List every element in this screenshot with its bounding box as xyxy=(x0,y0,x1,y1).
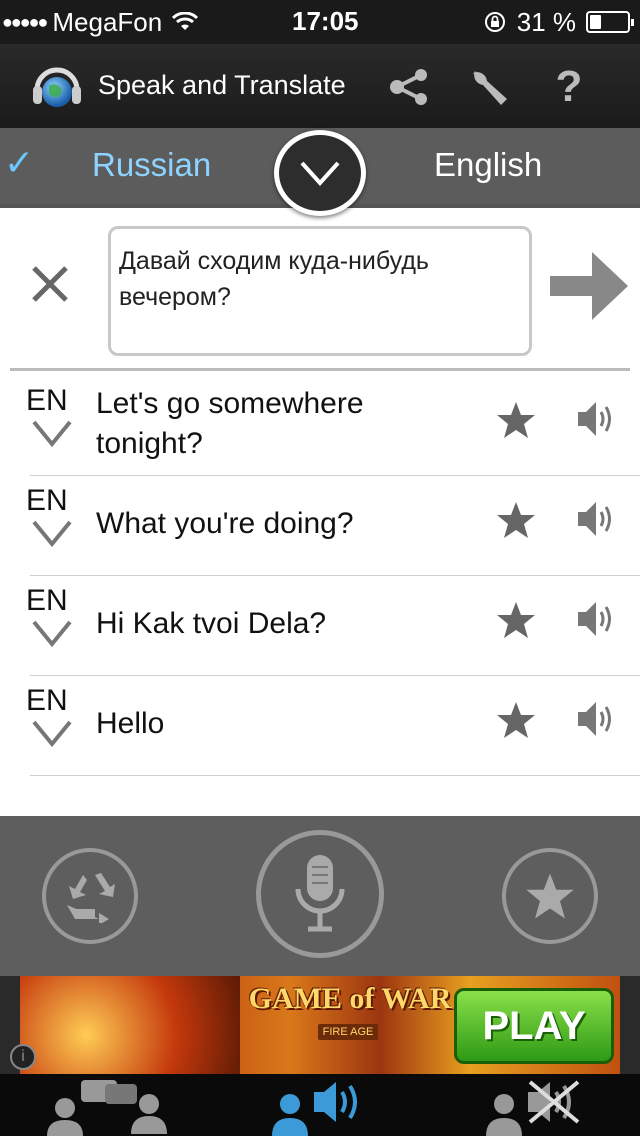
list-item[interactable]: EN Let's go somewhere tonight? xyxy=(26,376,640,476)
app-screen: ●●●●● MegaFon 17:05 31 % Speak and Trans… xyxy=(0,0,640,1136)
status-bar: ●●●●● MegaFon 17:05 31 % xyxy=(0,0,640,44)
speaker-icon[interactable] xyxy=(574,398,616,440)
translation-text: What you're doing? xyxy=(96,507,354,540)
ad-banner[interactable]: GAME of WAR FIRE AGE PLAY xyxy=(20,976,620,1074)
chevron-down-icon xyxy=(300,161,340,186)
language-dropdown-button[interactable] xyxy=(274,130,366,216)
close-icon xyxy=(32,266,68,302)
wrench-icon xyxy=(473,71,507,105)
favorites-button[interactable] xyxy=(502,848,598,944)
list-item[interactable]: EN What you're doing? xyxy=(26,476,640,576)
star-icon[interactable] xyxy=(496,700,536,740)
muted-person-icon xyxy=(486,1080,580,1136)
ad-info-icon[interactable]: i xyxy=(10,1044,36,1070)
language-code: EN xyxy=(26,484,68,517)
tab-speak-translate[interactable] xyxy=(266,1078,376,1136)
wifi-icon xyxy=(172,12,199,30)
help-button[interactable]: ? xyxy=(544,62,594,112)
tab-mute[interactable] xyxy=(480,1078,590,1136)
tab-conversation[interactable] xyxy=(40,1078,170,1136)
list-item[interactable]: EN Hi Kak tvoi Dela? xyxy=(26,576,640,676)
translation-history: EN Let's go somewhere tonight? EN What y… xyxy=(0,376,640,776)
translation-text: Hello xyxy=(96,707,165,740)
conversation-icon xyxy=(47,1080,167,1136)
language-code: EN xyxy=(26,684,68,717)
recycle-button[interactable] xyxy=(42,848,138,944)
share-button[interactable] xyxy=(384,62,434,112)
battery-icon xyxy=(586,11,634,33)
chevron-down-icon[interactable] xyxy=(32,520,72,548)
app-header: Speak and Translate ? xyxy=(0,44,640,128)
language-code: EN xyxy=(26,384,68,417)
carrier-name: MegaFon xyxy=(52,6,163,37)
speaker-icon[interactable] xyxy=(574,598,616,640)
settings-button[interactable] xyxy=(464,62,514,112)
target-language-button[interactable]: English xyxy=(434,146,542,184)
ad-play-button[interactable]: PLAY xyxy=(454,988,614,1064)
recycle-icon xyxy=(67,873,115,923)
action-panel xyxy=(0,816,640,976)
chevron-down-icon[interactable] xyxy=(32,620,72,648)
speaker-icon[interactable] xyxy=(574,698,616,740)
chevron-down-icon[interactable] xyxy=(32,420,72,448)
translate-button[interactable] xyxy=(548,244,630,328)
star-icon xyxy=(526,873,574,919)
translation-text: Let's go somewhere tonight? xyxy=(96,387,364,460)
signal-strength-icon: ●●●●● xyxy=(2,11,48,32)
microphone-button[interactable] xyxy=(256,830,384,958)
source-language-button[interactable]: Russian xyxy=(92,146,211,184)
ad-subtitle: FIRE AGE xyxy=(318,1024,378,1040)
clear-input-button[interactable] xyxy=(28,262,72,306)
rotation-lock-icon xyxy=(484,12,505,32)
speaker-icon[interactable] xyxy=(574,498,616,540)
star-icon[interactable] xyxy=(496,500,536,540)
share-icon xyxy=(390,69,427,105)
source-text-input[interactable]: Давай сходим куда-нибудь вечером? xyxy=(108,226,532,356)
microphone-icon xyxy=(295,855,345,932)
tab-bar xyxy=(0,1074,640,1136)
star-icon[interactable] xyxy=(496,600,536,640)
question-icon: ? xyxy=(555,62,583,111)
arrow-right-icon xyxy=(550,252,628,320)
chevron-down-icon[interactable] xyxy=(32,720,72,748)
clock: 17:05 xyxy=(292,6,359,36)
app-title: Speak and Translate xyxy=(98,70,346,100)
app-logo-icon xyxy=(33,67,81,107)
language-code: EN xyxy=(26,584,68,617)
input-divider xyxy=(10,368,630,371)
star-icon[interactable] xyxy=(496,400,536,440)
translation-text: Hi Kak tvoi Dela? xyxy=(96,607,327,640)
ad-title: GAME of WAR xyxy=(248,982,452,1015)
speaker-person-icon xyxy=(272,1082,357,1136)
ad-artwork xyxy=(20,976,240,1074)
check-icon: ✓ xyxy=(4,142,35,183)
ad-border-right xyxy=(620,976,640,1074)
battery-percent: 31 % xyxy=(516,6,576,37)
list-item[interactable]: EN Hello xyxy=(26,676,640,776)
